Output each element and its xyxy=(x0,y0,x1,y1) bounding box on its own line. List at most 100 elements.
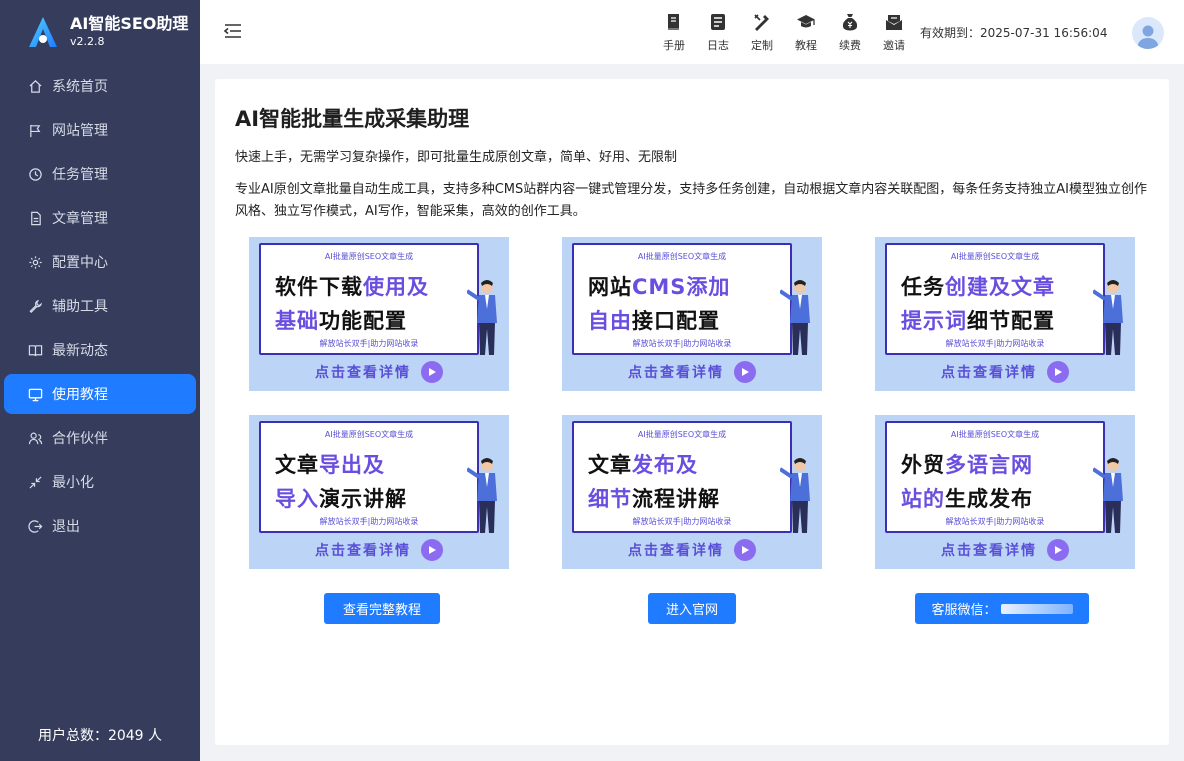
avatar[interactable] xyxy=(1132,17,1164,49)
gear-icon xyxy=(26,253,44,271)
tutorial-card-cms-config[interactable]: AI批量原创SEO文章生成 网站CMS添加 自由接口配置 解放站长双手|助力网站… xyxy=(562,237,822,391)
sidebar-item-tutorials[interactable]: 使用教程 xyxy=(4,374,196,414)
course-button[interactable]: 教程 xyxy=(784,12,828,53)
play-icon xyxy=(421,361,443,383)
sidebar-item-label: 合作伙伴 xyxy=(52,431,108,447)
tutorial-tag: AI批量原创SEO文章生成 xyxy=(950,252,1040,261)
renew-button[interactable]: 续费 xyxy=(828,12,872,53)
tutorial-tag: AI批量原创SEO文章生成 xyxy=(324,430,414,439)
official-site-button[interactable]: 进入官网 xyxy=(648,593,736,624)
tutorial-slogan: 解放站长双手|助力网站收录 xyxy=(319,517,419,526)
manual-button[interactable]: 手册 xyxy=(652,12,696,53)
wechat-id-redacted xyxy=(1000,603,1073,614)
sidebar-item-tools[interactable]: 辅助工具 xyxy=(4,286,196,326)
sidebar-item-label: 配置中心 xyxy=(52,255,108,271)
sidebar-item-home[interactable]: 系统首页 xyxy=(4,66,196,106)
sidebar-item-config[interactable]: 配置中心 xyxy=(4,242,196,282)
tutorial-cta[interactable]: 点击查看详情 xyxy=(249,537,509,563)
tutorial-card-publish-flow[interactable]: AI批量原创SEO文章生成 文章发布及 细节流程讲解 解放站长双手|助力网站收录… xyxy=(562,415,822,569)
invite-button[interactable]: 邀请 xyxy=(872,12,916,53)
manual-icon xyxy=(668,14,679,30)
tutorial-title-line2: 站的生成发布 xyxy=(901,487,1033,511)
tutorial-cta[interactable]: 点击查看详情 xyxy=(562,537,822,563)
sidebar-item-tasks[interactable]: 任务管理 xyxy=(4,154,196,194)
document-icon xyxy=(26,209,44,227)
log-icon xyxy=(711,14,725,30)
play-icon xyxy=(421,539,443,561)
tutorial-banner: AI批量原创SEO文章生成 任务创建及文章 提示词细节配置 解放站长双手|助力网… xyxy=(885,243,1105,355)
tutorial-slogan: 解放站长双手|助力网站收录 xyxy=(945,339,1045,348)
menu-collapse-icon[interactable] xyxy=(222,20,244,42)
sidebar-item-label: 退出 xyxy=(52,519,80,535)
tutorial-slogan: 解放站长双手|助力网站收录 xyxy=(319,339,419,348)
tutorial-banner: AI批量原创SEO文章生成 外贸多语言网 站的生成发布 解放站长双手|助力网站收… xyxy=(885,421,1105,533)
book-icon xyxy=(26,341,44,359)
sidebar-item-minimize[interactable]: 最小化 xyxy=(4,462,196,502)
presenter-illustration-icon xyxy=(467,280,497,355)
presenter-illustration-icon xyxy=(780,458,810,533)
play-icon xyxy=(1047,539,1069,561)
content-card: AI智能批量生成采集助理 快速上手，无需学习复杂操作，即可批量生成原创文章，简单… xyxy=(215,79,1169,745)
sidebar-item-logout[interactable]: 退出 xyxy=(4,506,196,546)
play-icon xyxy=(734,539,756,561)
play-icon xyxy=(734,361,756,383)
expiry-date: 有效期到：2025-07-31 16:56:04 xyxy=(920,26,1108,40)
tutorial-grid: AI批量原创SEO文章生成 软件下载使用及 基础功能配置 解放站长双手|助力网站… xyxy=(249,237,1135,569)
tutorial-cta[interactable]: 点击查看详情 xyxy=(875,359,1135,385)
tutorial-title-line1: 外贸多语言网 xyxy=(901,453,1033,477)
tutorial-title-line1: 任务创建及文章 xyxy=(901,275,1055,299)
tutorial-slogan: 解放站长双手|助力网站收录 xyxy=(632,339,732,348)
play-icon xyxy=(1047,361,1069,383)
shrink-icon xyxy=(26,473,44,491)
tutorial-cta[interactable]: 点击查看详情 xyxy=(875,537,1135,563)
sidebar-item-label: 网站管理 xyxy=(52,123,108,139)
customize-button[interactable]: 定制 xyxy=(740,12,784,53)
tutorial-card-export-import[interactable]: AI批量原创SEO文章生成 文章导出及 导入演示讲解 解放站长双手|助力网站收录… xyxy=(249,415,509,569)
tutorial-tag: AI批量原创SEO文章生成 xyxy=(637,430,727,439)
tutorial-title-line2: 导入演示讲解 xyxy=(275,487,407,511)
tutorial-card-multilingual[interactable]: AI批量原创SEO文章生成 外贸多语言网 站的生成发布 解放站长双手|助力网站收… xyxy=(875,415,1135,569)
full-tutorial-button[interactable]: 查看完整教程 xyxy=(324,593,440,624)
tutorial-tag: AI批量原创SEO文章生成 xyxy=(950,430,1040,439)
logout-icon xyxy=(26,517,44,535)
tutorial-title-line1: 文章导出及 xyxy=(275,453,385,477)
sidebar-item-label: 系统首页 xyxy=(52,79,108,95)
app-version: v2.2.8 xyxy=(70,34,105,48)
presenter-illustration-icon xyxy=(1093,280,1123,355)
tutorial-title-line2: 自由接口配置 xyxy=(588,309,720,333)
sidebar-item-articles[interactable]: 文章管理 xyxy=(4,198,196,238)
page-description: 专业AI原创文章批量自动生成工具，支持多种CMS站群内容一键式管理分发，支持多任… xyxy=(235,182,1148,219)
invite-mail-icon xyxy=(886,15,902,30)
wechat-service-button[interactable]: 客服微信： xyxy=(915,593,1089,624)
tutorial-tag: AI批量原创SEO文章生成 xyxy=(324,252,414,261)
sidebar-item-sites[interactable]: 网站管理 xyxy=(4,110,196,150)
page-subtitle: 快速上手，无需学习复杂操作，即可批量生成原创文章，简单、好用、无限制 xyxy=(235,150,678,165)
log-button[interactable]: 日志 xyxy=(696,12,740,53)
course-label: 教程 xyxy=(795,39,817,52)
tutorial-title-line2: 提示词细节配置 xyxy=(901,309,1055,333)
users-icon xyxy=(26,429,44,447)
tutorial-banner: AI批量原创SEO文章生成 软件下载使用及 基础功能配置 解放站长双手|助力网站… xyxy=(259,243,479,355)
tutorial-card-task-creation[interactable]: AI批量原创SEO文章生成 任务创建及文章 提示词细节配置 解放站长双手|助力网… xyxy=(875,237,1135,391)
user-total-count: 用户总数：2049 人 xyxy=(37,728,163,744)
brand: AI智能SEO助理 v2.2.8 xyxy=(0,0,200,64)
tutorial-title-line1: 网站CMS添加 xyxy=(588,275,731,299)
user-avatar-icon xyxy=(1137,25,1159,49)
app-name: AI智能SEO助理 xyxy=(70,14,189,34)
presenter-illustration-icon xyxy=(1093,458,1123,533)
sidebar-item-news[interactable]: 最新动态 xyxy=(4,330,196,370)
tutorial-banner: AI批量原创SEO文章生成 文章发布及 细节流程讲解 解放站长双手|助力网站收录 xyxy=(572,421,792,533)
tutorial-title-line2: 细节流程讲解 xyxy=(588,487,720,511)
graduation-cap-icon xyxy=(797,15,815,28)
sidebar-item-label: 最小化 xyxy=(52,475,94,491)
app-logo-icon xyxy=(29,17,57,47)
sidebar-item-partners[interactable]: 合作伙伴 xyxy=(4,418,196,458)
tutorial-cta[interactable]: 点击查看详情 xyxy=(249,359,509,385)
tutorial-banner: AI批量原创SEO文章生成 网站CMS添加 自由接口配置 解放站长双手|助力网站… xyxy=(572,243,792,355)
manual-label: 手册 xyxy=(663,39,685,52)
tutorial-card-software-download[interactable]: AI批量原创SEO文章生成 软件下载使用及 基础功能配置 解放站长双手|助力网站… xyxy=(249,237,509,391)
customize-icon xyxy=(754,14,769,31)
sidebar-item-label: 任务管理 xyxy=(52,167,108,183)
wrench-icon xyxy=(26,297,44,315)
tutorial-cta[interactable]: 点击查看详情 xyxy=(562,359,822,385)
